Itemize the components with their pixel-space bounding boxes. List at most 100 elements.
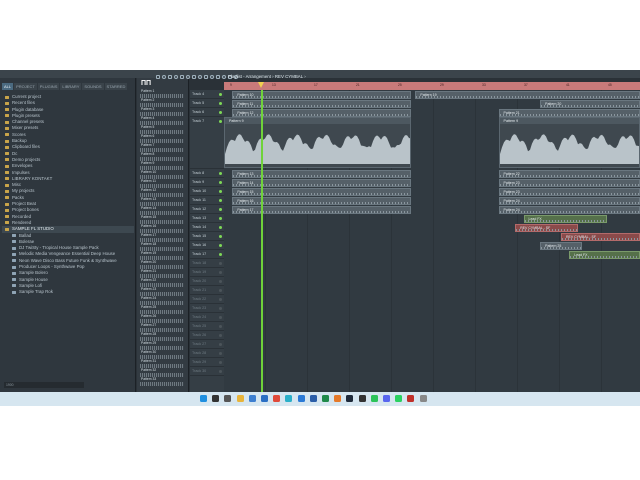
- track-mute-led[interactable]: [219, 325, 222, 328]
- pattern-clip[interactable]: Pattern 23: [498, 178, 640, 187]
- audio-clip[interactable]: Pattern 9: [498, 117, 640, 168]
- browser-tab-plugins[interactable]: PLUGINS: [37, 83, 60, 90]
- track-mute-led[interactable]: [219, 93, 222, 96]
- track-header[interactable]: Track 8: [190, 169, 224, 178]
- track-header[interactable]: Track 10: [190, 187, 224, 196]
- browser-tab-library[interactable]: LIBRARY: [60, 83, 82, 90]
- track-mute-led[interactable]: [219, 280, 222, 283]
- taskview-icon[interactable]: [224, 395, 232, 402]
- pattern-clip[interactable]: Pattern 22: [498, 169, 640, 178]
- playlist-tool-icon[interactable]: [168, 75, 172, 79]
- track-header[interactable]: Track 12: [190, 205, 224, 214]
- browser-tab-all[interactable]: ALL: [2, 83, 14, 90]
- pattern-clip[interactable]: Pattern 21: [498, 108, 640, 117]
- track-mute-led[interactable]: [219, 334, 222, 337]
- track-header[interactable]: Track 9: [190, 178, 224, 187]
- search-icon[interactable]: [212, 395, 220, 402]
- track-header[interactable]: Track 14: [190, 223, 224, 232]
- pattern-clip[interactable]: Lead FX: [569, 250, 640, 259]
- timeline-ruler[interactable]: 9 13 17 21 25 29 33 37 41 45: [224, 82, 640, 90]
- track-mute-led[interactable]: [219, 199, 222, 202]
- track-header[interactable]: Track 11: [190, 196, 224, 205]
- pattern-clip[interactable]: Pattern 24: [498, 205, 640, 214]
- whatsapp-icon[interactable]: [395, 395, 403, 402]
- track-mute-led[interactable]: [219, 316, 222, 319]
- track-mute-led[interactable]: [219, 307, 222, 310]
- track-header[interactable]: Track 29: [190, 358, 224, 367]
- misc-icon[interactable]: [419, 395, 427, 402]
- explorer-icon[interactable]: [236, 395, 244, 402]
- track-mute-led[interactable]: [219, 226, 222, 229]
- track-header[interactable]: Track 23: [190, 304, 224, 313]
- track-header[interactable]: Track 6: [190, 108, 224, 117]
- track-mute-led[interactable]: [219, 120, 222, 123]
- track-mute-led[interactable]: [219, 217, 222, 220]
- pattern-clip[interactable]: Pattern 10: [232, 90, 412, 99]
- playlist-tool-icon[interactable]: [174, 75, 178, 79]
- track-mute-led[interactable]: [219, 102, 222, 105]
- track-mute-led[interactable]: [219, 181, 222, 184]
- pattern-clip[interactable]: Pattern 19: [415, 90, 640, 99]
- browser-tab-project[interactable]: PROJECT: [14, 83, 37, 90]
- track-header[interactable]: Track 22: [190, 295, 224, 304]
- pattern-clip[interactable]: Pattern 15: [232, 187, 412, 196]
- track-mute-led[interactable]: [219, 172, 222, 175]
- spotify-icon[interactable]: [370, 395, 378, 402]
- steam-icon[interactable]: [346, 395, 354, 402]
- track-header[interactable]: Track 18: [190, 259, 224, 268]
- track-header[interactable]: Track 7: [190, 117, 224, 169]
- track-header[interactable]: Track 16: [190, 241, 224, 250]
- track-header[interactable]: Track 19: [190, 268, 224, 277]
- excel-icon[interactable]: [322, 395, 329, 402]
- pattern-picker-icon[interactable]: ΠΠ: [141, 80, 151, 87]
- word-icon[interactable]: [309, 395, 317, 402]
- chrome-icon[interactable]: [273, 395, 281, 402]
- pattern-clip[interactable]: Pattern 24: [498, 196, 640, 205]
- mail-icon[interactable]: [261, 395, 268, 402]
- track-mute-led[interactable]: [219, 343, 222, 346]
- track-mute-led[interactable]: [219, 190, 222, 193]
- playlist-grid[interactable]: Pattern 10 Pattern 19 Pattern 11 Pattern 20…: [224, 90, 640, 398]
- playlist-tool-icon[interactable]: [180, 75, 184, 79]
- track-mute-led[interactable]: [219, 244, 222, 247]
- discord-icon[interactable]: [383, 395, 390, 402]
- pattern-clip[interactable]: Pattern 25: [540, 241, 582, 250]
- track-mute-led[interactable]: [219, 253, 222, 256]
- pattern-clip[interactable]: Pattern 12: [232, 108, 412, 117]
- vscode-icon[interactable]: [297, 395, 305, 402]
- track-header[interactable]: Track 28: [190, 349, 224, 358]
- track-header[interactable]: Track 13: [190, 214, 224, 223]
- track-header[interactable]: Track 5: [190, 99, 224, 108]
- track-mute-led[interactable]: [219, 262, 222, 265]
- obs-icon[interactable]: [358, 395, 366, 402]
- record-icon[interactable]: [407, 395, 415, 402]
- pattern-clip[interactable]: Pattern 17: [232, 205, 412, 214]
- store-icon[interactable]: [248, 395, 256, 402]
- track-header[interactable]: Track 15: [190, 232, 224, 241]
- track-mute-led[interactable]: [219, 298, 222, 301]
- playlist-tool-icon[interactable]: [162, 75, 166, 79]
- pattern-picker-item[interactable]: Pattern 33: [139, 377, 185, 386]
- track-header[interactable]: Track 21: [190, 286, 224, 295]
- track-mute-led[interactable]: [219, 352, 222, 355]
- track-header[interactable]: Track 25: [190, 322, 224, 331]
- track-mute-led[interactable]: [219, 208, 222, 211]
- track-mute-led[interactable]: [219, 271, 222, 274]
- track-mute-led[interactable]: [219, 361, 222, 364]
- pattern-clip[interactable]: Pattern 20: [540, 99, 640, 108]
- flstudio-icon[interactable]: [334, 395, 342, 402]
- track-header[interactable]: Track 24: [190, 313, 224, 322]
- track-header[interactable]: Track 17: [190, 250, 224, 259]
- track-mute-led[interactable]: [219, 289, 222, 292]
- pattern-clip[interactable]: Lead FX: [523, 214, 607, 223]
- browser-tab-sounds[interactable]: SOUNDS: [82, 83, 104, 90]
- edge-icon[interactable]: [285, 395, 293, 402]
- track-header[interactable]: Track 30: [190, 367, 224, 376]
- track-mute-led[interactable]: [219, 111, 222, 114]
- pattern-clip[interactable]: REV CYMBAL - SF: [560, 232, 640, 241]
- pattern-clip[interactable]: REV CYMBAL - SF: [515, 223, 578, 232]
- track-mute-led[interactable]: [219, 235, 222, 238]
- pattern-clip[interactable]: Pattern 16: [232, 196, 412, 205]
- browser-tab-starred[interactable]: STARRED: [104, 83, 128, 90]
- track-header[interactable]: Track 4: [190, 90, 224, 99]
